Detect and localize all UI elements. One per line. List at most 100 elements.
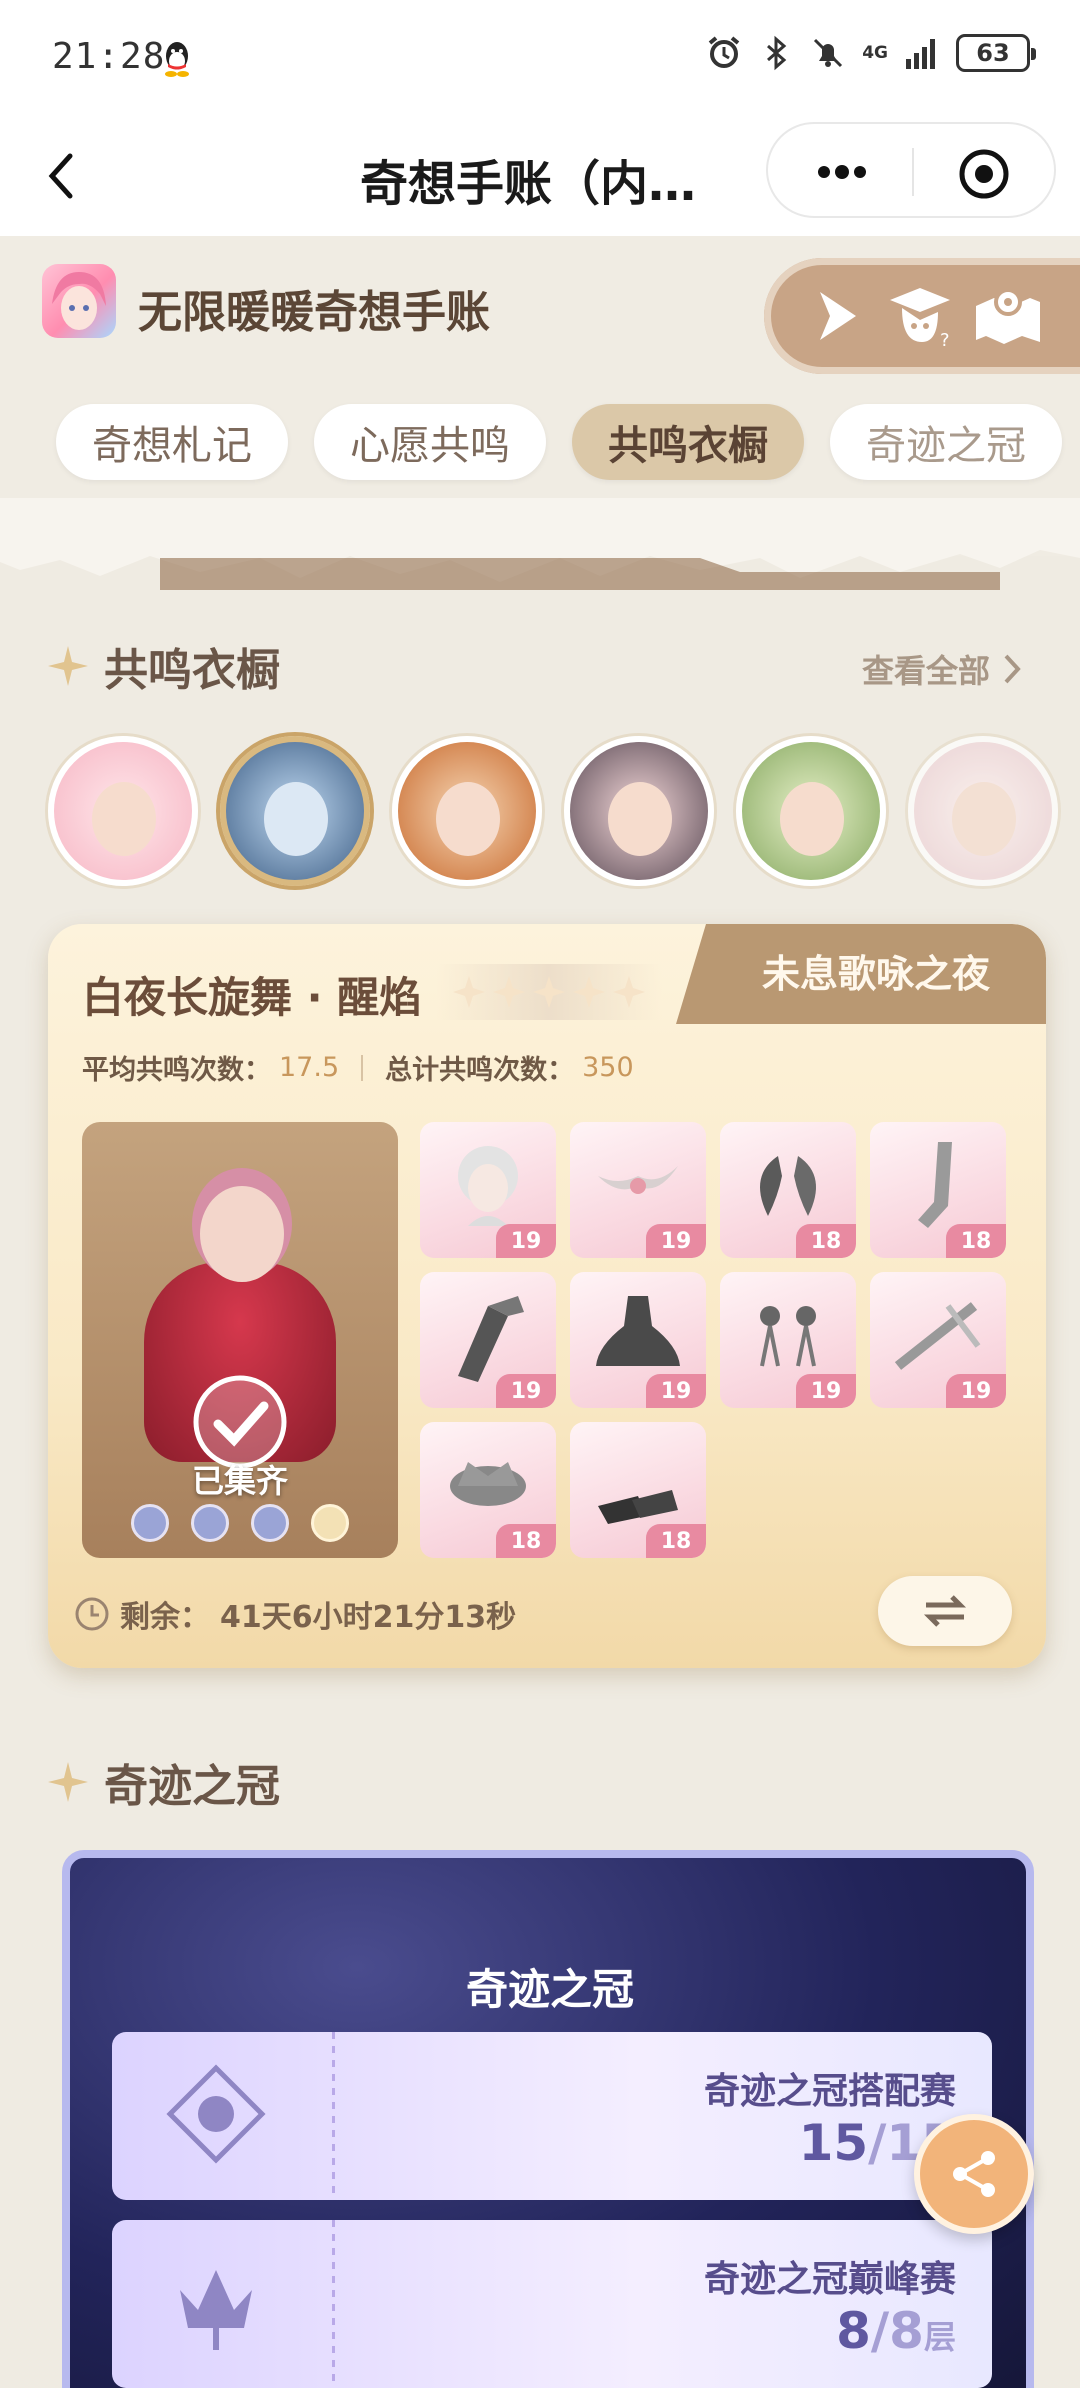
outfit-avatar[interactable] [564,736,714,886]
more-icon[interactable] [812,154,872,190]
star-icon [533,976,565,1008]
item-slot[interactable]: 19 [570,1272,706,1408]
crown-peak-contest-row[interactable]: 奇迹之冠巅峰赛 8/8层 [112,2220,992,2388]
section-title: 共鸣衣橱 [104,645,280,696]
socks-icon [918,1142,952,1228]
headpiece-icon [598,1166,678,1194]
sparkle-icon [48,646,88,686]
swap-button[interactable] [878,1576,1012,1646]
guide-icon[interactable]: ? [884,282,956,350]
swap-icon [923,1595,967,1627]
stage-gem-icon [251,1504,289,1542]
item-slot[interactable]: 18 [720,1122,856,1258]
star-rating [436,964,662,1020]
row-divider [332,2032,335,2200]
time-remaining: 剩余： 41天6小时21分13秒 [74,1592,516,1636]
item-slot[interactable]: 19 [720,1272,856,1408]
outfit-figure-head [200,1186,284,1282]
outfit-avatar-list [48,736,1058,886]
outfit-avatar[interactable] [48,736,198,886]
outfit-avatar[interactable] [392,736,542,886]
stat-divider [361,1054,364,1081]
remaining-value: 41天6小时21分13秒 [220,1600,517,1635]
stage-gem-icon [191,1504,229,1542]
avg-value: 17.5 [279,1052,340,1083]
outfit-card: 未息歌咏之夜 白夜长旋舞 · 醒焰 平均共鸣次数： 17.5 总计共鸣次数： 3… [48,924,1046,1668]
progress-total: /8 [870,2302,924,2360]
page-title: 奇想手账（内… [360,156,697,212]
remaining-label: 剩余： [120,1600,210,1635]
resonance-stats: 平均共鸣次数： 17.5 总计共鸣次数： 350 [82,1048,634,1087]
event-ribbon-label: 未息歌咏之夜 [761,952,990,996]
nav-bar: 奇想手账（内… [0,120,1080,236]
tab-wardrobe[interactable]: 共鸣衣橱 [572,404,804,480]
outfit-avatar-selected[interactable] [220,736,370,886]
crown-row-name: 奇迹之冠巅峰赛 [703,2259,956,2300]
outfit-avatar[interactable] [908,736,1058,886]
item-slot[interactable]: 19 [420,1122,556,1258]
dress-icon [596,1296,680,1366]
crown-row-name: 奇迹之冠搭配赛 [703,2071,956,2112]
page-content: 无限暖暖奇想手账 ? 奇想札记 心愿共鸣 共鸣衣橱 奇迹之冠 共鸣衣橱 查看全部… [0,236,1080,2388]
item-slot[interactable]: 19 [870,1272,1006,1408]
crown-section-header: 奇迹之冠 [46,1750,280,1814]
star-icon [493,976,525,1008]
item-count-badge: 18 [496,1524,556,1558]
share-icon [953,2151,995,2197]
avg-label: 平均共鸣次数： [82,1055,271,1086]
svg-text:?: ? [940,330,950,350]
row-divider [332,2220,335,2388]
share-button[interactable] [914,2114,1034,2234]
signal-icon [906,39,935,69]
item-count-badge: 19 [496,1224,556,1258]
total-label: 总计共鸣次数： [385,1055,575,1086]
view-all-link[interactable]: 查看全部 [862,646,1022,692]
item-count-badge: 18 [796,1224,856,1258]
mute-icon [814,38,843,68]
item-slot[interactable]: 19 [420,1272,556,1408]
stage-gem-icon [311,1504,349,1542]
shoes-icon [598,1490,678,1524]
earrings-icon [760,1306,816,1367]
alarm-icon [708,36,740,68]
item-slot[interactable]: 18 [570,1422,706,1558]
crown-row-value: 8/8层 [836,2302,956,2360]
tab-crown[interactable]: 奇迹之冠 [830,404,1062,480]
tab-wish[interactable]: 心愿共鸣 [314,404,546,480]
total-value: 350 [582,1052,634,1083]
collected-label: 已集齐 [191,1462,288,1500]
mini-program-capsule [766,122,1056,218]
item-count-badge: 18 [646,1524,706,1558]
play-icon[interactable] [814,288,862,344]
outfit-title: 白夜长旋舞 · 醒焰 [82,973,422,1022]
back-arrow-icon[interactable] [40,146,84,206]
chevron-right-icon [1004,654,1021,684]
item-count-badge: 19 [496,1374,556,1408]
item-slot[interactable]: 18 [870,1122,1006,1258]
wardrobe-section-header: 共鸣衣橱 [46,634,280,698]
map-icon[interactable] [972,286,1044,346]
category-tabs: 奇想札记 心愿共鸣 共鸣衣橱 奇迹之冠 [56,404,1062,480]
item-count-badge: 19 [796,1374,856,1408]
torn-paper-edge [0,498,1080,590]
outfit-avatar[interactable] [736,736,886,886]
qq-icon [165,42,189,77]
rose-emblem-icon [166,2064,266,2164]
crown-icon [450,1462,526,1506]
progress-current: 8 [836,2302,871,2360]
item-count-badge: 19 [646,1224,706,1258]
clock-icon [75,1597,109,1631]
item-slot[interactable]: 18 [420,1422,556,1558]
progress-unit: 层 [923,2318,956,2356]
status-time: 21:28 [52,36,166,77]
outfit-preview-image[interactable]: 已集齐 [82,1122,398,1558]
app-logo [42,264,116,338]
star-icon [573,976,605,1008]
stage-gem-icon [131,1504,169,1542]
item-slot[interactable]: 19 [570,1122,706,1258]
tab-notes[interactable]: 奇想札记 [56,404,288,480]
crown-card-title: 奇迹之冠 [465,1965,634,2014]
item-count-badge: 19 [646,1374,706,1408]
crown-styling-contest-row[interactable]: 奇迹之冠搭配赛 15/15 [112,2032,992,2200]
close-target-icon[interactable] [958,148,1010,200]
